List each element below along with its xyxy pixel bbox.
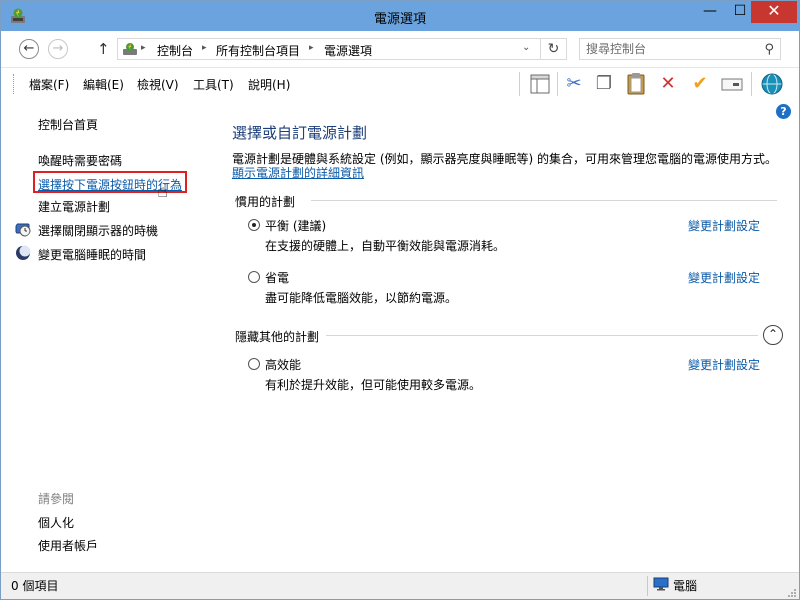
hidden-plans-heading: 隱藏其他的計劃	[235, 330, 320, 344]
see-also-user-accounts[interactable]: 使用者帳戶	[38, 537, 98, 554]
search-icon[interactable]: ⚲	[764, 42, 774, 57]
page-title: 選擇或自訂電源計劃	[232, 124, 368, 142]
cut-icon[interactable]: ✂	[561, 72, 587, 96]
plan-radio-power-saver[interactable]	[248, 271, 260, 283]
help-icon[interactable]: ?	[776, 104, 791, 119]
search-box[interactable]: ⚲	[579, 38, 781, 60]
delete-icon[interactable]: ✕	[655, 72, 681, 96]
sidebar-control-panel-home[interactable]: 控制台首頁	[38, 116, 98, 133]
copy-icon[interactable]: ❐	[591, 72, 617, 96]
minimize-button[interactable]: —	[695, 1, 725, 23]
see-also-personalization[interactable]: 個人化	[38, 514, 74, 531]
breadcrumb-all-items[interactable]: 所有控制台項目	[216, 42, 300, 59]
plan-name-power-saver[interactable]: 省電	[265, 269, 289, 286]
status-location: 電腦	[673, 579, 698, 593]
checkmark-icon[interactable]: ✔	[687, 72, 713, 96]
plan-name-balanced[interactable]: 平衡 (建議)	[265, 217, 326, 234]
change-plan-settings-power-saver[interactable]: 變更計劃設定	[688, 269, 760, 286]
breadcrumb-separator[interactable]: ▸	[141, 43, 146, 53]
back-button[interactable]: ←	[19, 39, 39, 59]
plan-desc-balanced: 在支援的硬體上，自動平衡效能與電源消耗。	[265, 239, 506, 253]
status-bar: 0 個項目 電腦	[1, 572, 799, 599]
refresh-button[interactable]: ↻	[541, 38, 567, 60]
title-bar[interactable]: 電源選項 — ☐ ✕	[1, 1, 799, 31]
layout-icon[interactable]	[527, 72, 553, 96]
collapse-button[interactable]: ⌃	[763, 325, 783, 345]
globe-icon[interactable]	[759, 72, 785, 96]
display-timer-icon	[15, 223, 31, 237]
breadcrumb-separator[interactable]: ▸	[309, 43, 314, 53]
close-button[interactable]: ✕	[751, 1, 797, 23]
breadcrumb-power-options[interactable]: 電源選項	[324, 42, 372, 59]
see-also-heading: 請參閱	[38, 492, 75, 506]
paste-icon[interactable]	[623, 72, 649, 96]
toolbar-grip	[13, 74, 16, 94]
toolbar-separator	[751, 72, 752, 96]
forward-button[interactable]: →	[48, 39, 68, 59]
menu-file[interactable]: 檔案(F)	[29, 76, 69, 93]
group-divider	[326, 335, 758, 336]
change-plan-settings-high-performance[interactable]: 變更計劃設定	[688, 356, 760, 373]
properties-icon[interactable]	[719, 72, 745, 96]
power-options-window: 電源選項 — ☐ ✕ ← → ↑ ▸ 控制台 ▸ 所有控制台項目 ▸ 電源選項 …	[0, 0, 800, 600]
breadcrumb-control-panel[interactable]: 控制台	[157, 42, 193, 59]
address-bar[interactable]: ▸ 控制台 ▸ 所有控制台項目 ▸ 電源選項 ⌄	[117, 38, 541, 60]
plan-desc-power-saver: 盡可能降低電腦效能，以節約電源。	[265, 291, 458, 305]
plan-desc-high-performance: 有利於提升效能，但可能使用較多電源。	[265, 378, 482, 392]
group-divider	[311, 200, 777, 201]
preferred-plans-heading: 慣用的計劃	[235, 195, 296, 209]
item-count: 0 個項目	[11, 579, 59, 593]
sidebar-item-create-plan[interactable]: 建立電源計劃	[38, 198, 110, 215]
sidebar-item-require-password[interactable]: 喚醒時需要密碼	[38, 152, 122, 169]
plan-radio-balanced[interactable]	[248, 219, 260, 231]
menu-view[interactable]: 檢視(V)	[137, 76, 179, 93]
control-panel-icon	[123, 43, 137, 55]
plan-radio-high-performance[interactable]	[248, 358, 260, 370]
status-divider	[647, 576, 648, 596]
toolbar-separator	[519, 72, 520, 96]
search-input[interactable]	[586, 41, 746, 57]
plan-details-link[interactable]: 顯示電源計劃的詳細資訊	[232, 164, 364, 181]
computer-icon	[653, 577, 669, 591]
sleep-moon-icon	[16, 245, 31, 260]
menu-edit[interactable]: 編輯(E)	[83, 76, 124, 93]
sidebar-item-display-timeout[interactable]: 選擇關閉顯示器的時機	[38, 222, 158, 239]
up-button[interactable]: ↑	[97, 40, 110, 58]
window-title: 電源選項	[373, 12, 426, 27]
menu-tools[interactable]: 工具(T)	[193, 76, 234, 93]
resize-grip-icon[interactable]	[787, 588, 797, 598]
menu-help[interactable]: 說明(H)	[248, 76, 290, 93]
sidebar-item-sleep-time[interactable]: 變更電腦睡眠的時間	[38, 246, 146, 263]
toolbar-separator	[557, 72, 558, 96]
address-dropdown-icon[interactable]: ⌄	[522, 42, 530, 53]
plan-name-high-performance[interactable]: 高效能	[265, 356, 301, 373]
address-row: ← → ↑ ▸ 控制台 ▸ 所有控制台項目 ▸ 電源選項 ⌄ ↻ ⚲	[1, 31, 799, 68]
hand-cursor-icon: ☝	[157, 181, 168, 202]
change-plan-settings-balanced[interactable]: 變更計劃設定	[688, 217, 760, 234]
menu-toolbar-row: 檔案(F) 編輯(E) 檢視(V) 工具(T) 說明(H) ✂ ❐ ✕ ✔	[1, 68, 799, 100]
breadcrumb-separator[interactable]: ▸	[202, 43, 207, 53]
